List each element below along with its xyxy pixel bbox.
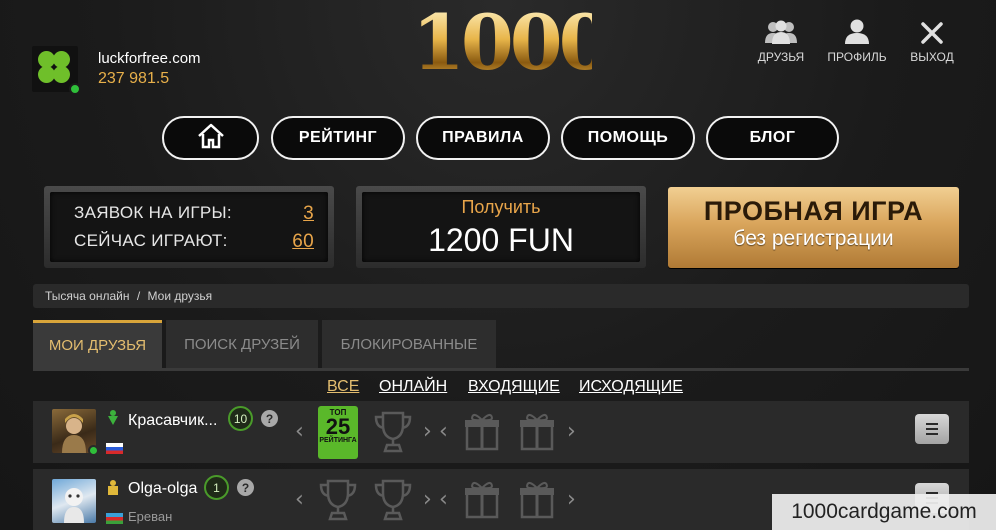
nav-rules[interactable]: ПРАВИЛА xyxy=(416,116,550,160)
home-button[interactable] xyxy=(162,116,259,160)
friend-avatar[interactable] xyxy=(52,479,96,523)
logout-link-label: ВЫХОД xyxy=(910,50,954,64)
site-logo[interactable]: 1000 xyxy=(412,4,612,82)
friends-tabs: МОИ ДРУЗЬЯ ПОИСК ДРУЗЕЙ БЛОКИРОВАННЫЕ xyxy=(33,320,969,368)
chevron-left-icon[interactable]: ‹ xyxy=(439,487,448,512)
site-watermark: 1000cardgame.com xyxy=(772,494,996,530)
requests-label: ЗАЯВОК НА ИГРЫ: xyxy=(74,203,232,222)
friend-level-badge: 10 xyxy=(228,406,253,431)
menu-line xyxy=(926,433,938,435)
close-icon xyxy=(906,18,958,44)
friend-name[interactable]: Olga-olga xyxy=(128,480,197,498)
trial-subtitle: без регистрации xyxy=(733,227,894,250)
profile-link[interactable]: ПРОФИЛЬ xyxy=(824,18,890,64)
friend-level-badge: 1 xyxy=(204,475,229,500)
requests-row: ЗАЯВОК НА ИГРЫ: 3 xyxy=(74,203,314,225)
filter-online[interactable]: ОНЛАЙН xyxy=(379,378,447,396)
playing-label: СЕЙЧАС ИГРАЮТ: xyxy=(74,231,228,250)
tab-blocked[interactable]: БЛОКИРОВАННЫЕ xyxy=(322,320,496,368)
breadcrumb: Тысяча онлайн / Мои друзья xyxy=(33,284,969,308)
filter-incoming[interactable]: ВХОДЯЩИЕ xyxy=(468,378,560,396)
friend-name[interactable]: Красавчик... xyxy=(128,412,217,430)
stats-panel xyxy=(44,186,334,268)
trophy-icon xyxy=(316,477,360,528)
bonus-label: Получить xyxy=(461,197,541,217)
friend-online-dot xyxy=(88,445,99,456)
bonus-amount: 1200 FUN xyxy=(428,222,574,258)
tab-search-friends[interactable]: ПОИСК ДРУЗЕЙ xyxy=(166,320,318,368)
chevron-right-icon[interactable]: › xyxy=(423,487,432,512)
azerbaijan-flag-icon xyxy=(106,511,123,524)
filter-outgoing[interactable]: ИСХОДЯЩИЕ xyxy=(579,378,683,396)
gift-icon xyxy=(518,479,556,524)
user-balance: 237 981.5 xyxy=(98,70,170,87)
user-avatar[interactable] xyxy=(32,46,81,95)
rank-icon xyxy=(107,410,119,426)
top-badge-label: РЕЙТИНГА xyxy=(319,437,357,444)
menu-line xyxy=(926,423,938,425)
friend-menu-button[interactable] xyxy=(915,414,949,444)
chevron-right-icon[interactable]: › xyxy=(567,487,576,512)
playing-row: СЕЙЧАС ИГРАЮТ: 60 xyxy=(74,231,314,253)
gift-icon xyxy=(463,411,501,456)
home-icon xyxy=(196,123,226,154)
avatar-image xyxy=(64,488,84,523)
friends-link[interactable]: ДРУЗЬЯ xyxy=(752,18,810,64)
breadcrumb-separator: / xyxy=(136,289,141,303)
logout-link[interactable]: ВЫХОД xyxy=(906,18,958,64)
tab-underline xyxy=(33,368,969,371)
username[interactable]: luckforfree.com xyxy=(98,50,201,67)
top-rating-badge: ТОП 25 РЕЙТИНГА xyxy=(318,406,358,459)
rank-icon xyxy=(107,480,119,496)
profile-icon xyxy=(824,18,890,44)
chevron-right-icon[interactable]: › xyxy=(423,419,432,444)
profile-link-label: ПРОФИЛЬ xyxy=(827,50,887,64)
friends-link-label: ДРУЗЬЯ xyxy=(757,50,805,64)
friends-icon xyxy=(752,18,810,44)
breadcrumb-root[interactable]: Тысяча онлайн xyxy=(45,289,130,303)
chevron-left-icon[interactable]: ‹ xyxy=(439,419,448,444)
trophy-icon xyxy=(371,477,415,528)
filter-all[interactable]: ВСЕ xyxy=(327,378,359,396)
top-badge-number: 25 xyxy=(325,414,351,439)
playing-value[interactable]: 60 xyxy=(292,231,314,253)
trophy-icon xyxy=(371,409,415,460)
tab-my-friends[interactable]: МОИ ДРУЗЬЯ xyxy=(33,320,162,368)
help-icon[interactable]: ? xyxy=(261,410,278,427)
chevron-left-icon[interactable]: ‹ xyxy=(295,487,304,512)
help-icon[interactable]: ? xyxy=(237,479,254,496)
clover-leaf xyxy=(53,66,70,83)
trial-title: ПРОБНАЯ ИГРА xyxy=(703,196,924,226)
gift-icon xyxy=(518,411,556,456)
russia-flag-icon xyxy=(106,441,123,454)
nav-rating[interactable]: РЕЙТИНГ xyxy=(271,116,405,160)
nav-help[interactable]: ПОМОЩЬ xyxy=(561,116,695,160)
friend-city: Ереван xyxy=(128,509,173,524)
chevron-left-icon[interactable]: ‹ xyxy=(295,419,304,444)
friend-row[interactable]: Красавчик... 10 ? ‹ ТОП 25 РЕЙТИНГА › ‹ … xyxy=(33,401,969,463)
friend-avatar[interactable] xyxy=(52,409,99,456)
menu-line xyxy=(926,428,938,430)
nav-blog[interactable]: БЛОГ xyxy=(706,116,839,160)
requests-value[interactable]: 3 xyxy=(303,203,314,225)
gift-icon xyxy=(463,479,501,524)
trial-game-button[interactable]: ПРОБНАЯ ИГРА без регистрации xyxy=(668,187,959,268)
chevron-right-icon[interactable]: › xyxy=(567,419,576,444)
breadcrumb-current: Мои друзья xyxy=(147,289,213,303)
online-status-dot xyxy=(69,83,81,95)
